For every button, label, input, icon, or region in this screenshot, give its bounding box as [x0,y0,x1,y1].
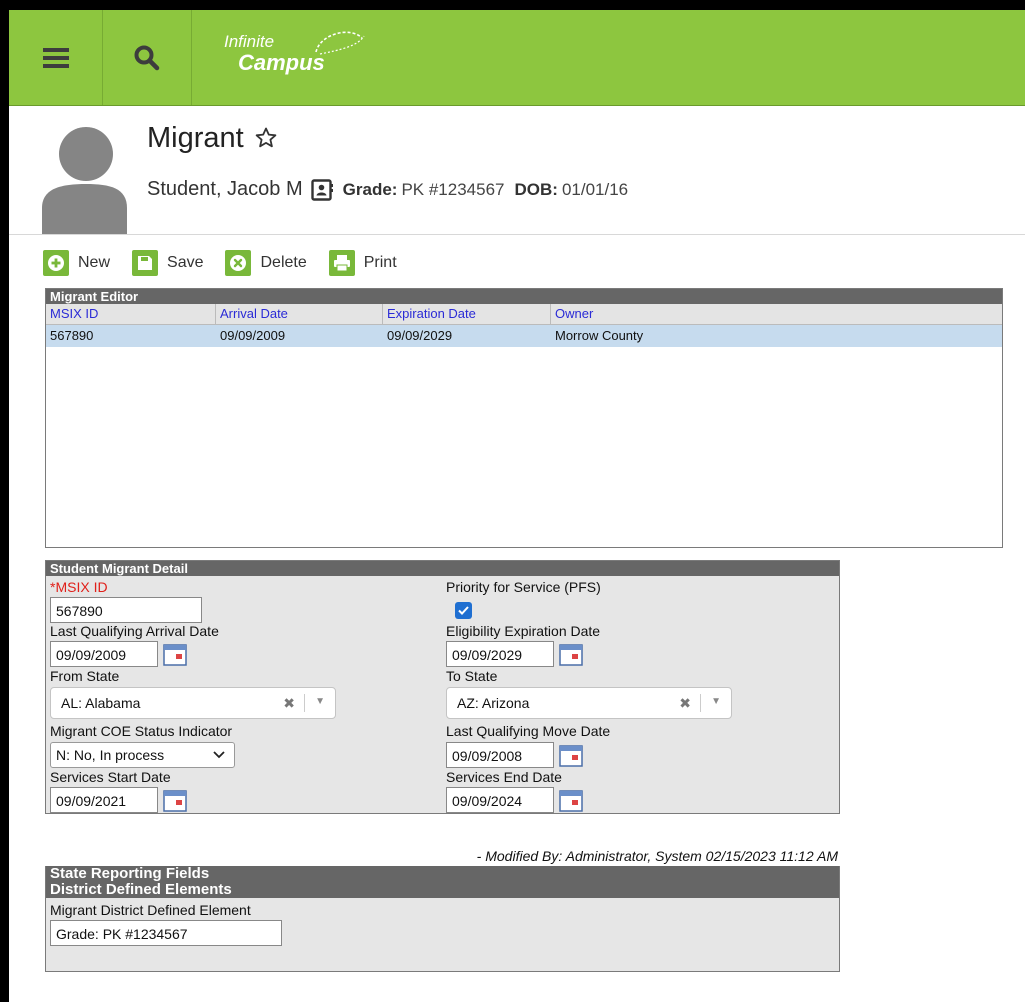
column-header-arrival-date[interactable]: Arrival Date [216,304,383,324]
arrival-date-input[interactable]: 09/09/2009 [50,641,158,667]
grade-label: Grade: [342,179,398,199]
calendar-icon[interactable] [163,790,187,812]
expiration-date-input[interactable]: 09/09/2029 [446,641,554,667]
expiration-date-label: Eligibility Expiration Date [446,623,601,639]
services-end-input[interactable]: 09/09/2024 [446,787,554,813]
migrant-editor-title: Migrant Editor [46,289,1002,304]
services-end-label: Services End Date [446,769,562,785]
chevron-down-icon [213,751,225,759]
print-button[interactable]: Print [328,248,397,278]
page-title: Migrant [147,122,244,154]
print-icon-box [328,250,355,276]
msix-id-label-text: MSIX ID [55,579,108,595]
calendar-icon[interactable] [559,644,583,666]
save-icon-box [132,250,159,276]
window-frame: Infinite Campus Migrant Student, Jacob M… [0,0,1025,1002]
arrival-date-label: Last Qualifying Arrival Date [50,623,219,639]
new-button[interactable]: New [43,248,110,278]
dob-value: 01/01/16 [561,179,629,199]
detail-title: Student Migrant Detail [46,561,839,576]
calendar-icon[interactable] [163,644,187,666]
column-header-msix-id[interactable]: MSIX ID [46,304,216,324]
calendar-icon[interactable] [559,790,583,812]
new-icon-box [43,250,69,276]
district-element-label: Migrant District Defined Element [50,902,251,918]
calendar-icon[interactable] [559,745,583,767]
search-icon [134,45,159,70]
top-navigation-bar: Infinite Campus [9,10,1025,106]
coe-status-label: Migrant COE Status Indicator [50,723,233,739]
msix-id-label: *MSIX ID [50,579,108,595]
migrant-editor-panel: Migrant Editor MSIX ID Arrival Date Expi… [45,288,1003,548]
state-reporting-title: State Reporting Fields [46,866,839,882]
district-defined-elements-title: District Defined Elements [46,882,839,898]
student-migrant-detail-panel: Student Migrant Detail *MSIX ID 567890 L… [45,560,840,814]
column-header-owner[interactable]: Owner [551,304,1002,324]
coe-status-value: N: No, In process [56,747,165,763]
move-date-label: Last Qualifying Move Date [446,723,611,739]
student-name: Student, Jacob M [147,178,303,200]
move-date-input[interactable]: 09/09/2008 [446,742,554,768]
state-reporting-body: State Reporting Fields District Defined … [45,866,840,972]
table-row[interactable]: 567890 09/09/2009 09/09/2029 Morrow Coun… [46,325,1002,347]
menu-button[interactable] [9,10,103,105]
print-label: Print [363,254,397,271]
dob-label: DOB: [514,179,558,199]
clear-icon[interactable]: ✖ [283,695,295,712]
coe-status-select[interactable]: N: No, In process [50,742,235,768]
header-divider [9,234,1025,235]
new-label: New [78,254,111,271]
pfs-label: Priority for Service (PFS) [446,579,601,595]
cell-owner: Morrow County [555,328,644,343]
services-start-input[interactable]: 09/09/2021 [50,787,158,813]
delete-button[interactable]: Delete [225,248,307,278]
from-state-select[interactable]: AL: Alabama ✖ ▼ [50,687,336,719]
delete-icon-box [225,250,252,276]
delete-circle-icon [230,255,247,271]
logo-text-line1: Infinite [224,32,275,51]
to-state-select[interactable]: AZ: Arizona ✖ ▼ [446,687,732,719]
save-disk-icon [138,256,153,270]
student-info-line: Student, Jacob M Grade: PK #1234567 DOB:… [147,178,628,201]
to-state-label: To State [446,668,498,684]
services-start-label: Services Start Date [50,769,171,785]
contact-card-icon[interactable] [310,178,333,201]
select-separator [304,694,305,712]
hamburger-menu-icon [42,47,69,68]
cell-expiration-date: 09/09/2029 [387,328,453,343]
column-header-expiration-date[interactable]: Expiration Date [383,304,551,324]
cell-msix-id: 567890 [50,328,94,343]
modified-by-text: - Modified By: Administrator, System 02/… [476,848,838,864]
checkmark-icon [458,606,469,615]
logo-swoosh-icon [315,31,365,55]
select-separator [700,694,701,712]
add-circle-icon [48,255,64,271]
save-button[interactable]: Save [132,248,203,278]
action-toolbar: New Save Delete Print [43,248,419,278]
from-state-value: AL: Alabama [61,695,141,711]
favorite-star-icon[interactable] [254,126,278,150]
editor-grid-header: MSIX ID Arrival Date Expiration Date Own… [46,304,1002,325]
avatar [42,127,127,234]
app-page: Infinite Campus Migrant Student, Jacob M… [9,10,1025,1002]
msix-id-input[interactable]: 567890 [50,597,202,623]
cell-arrival-date: 09/09/2009 [220,328,286,343]
clear-icon[interactable]: ✖ [679,695,691,712]
from-state-label: From State [50,668,120,684]
save-label: Save [167,254,204,271]
dropdown-arrow-icon[interactable]: ▼ [315,696,325,707]
grade-value: PK #1234567 [401,179,505,199]
dropdown-arrow-icon[interactable]: ▼ [711,696,721,707]
delete-label: Delete [260,254,307,271]
district-element-input[interactable]: Grade: PK #1234567 [50,920,282,946]
pfs-checkbox[interactable] [455,602,472,619]
printer-icon [333,255,350,272]
to-state-value: AZ: Arizona [457,695,530,711]
search-button[interactable] [102,10,192,105]
